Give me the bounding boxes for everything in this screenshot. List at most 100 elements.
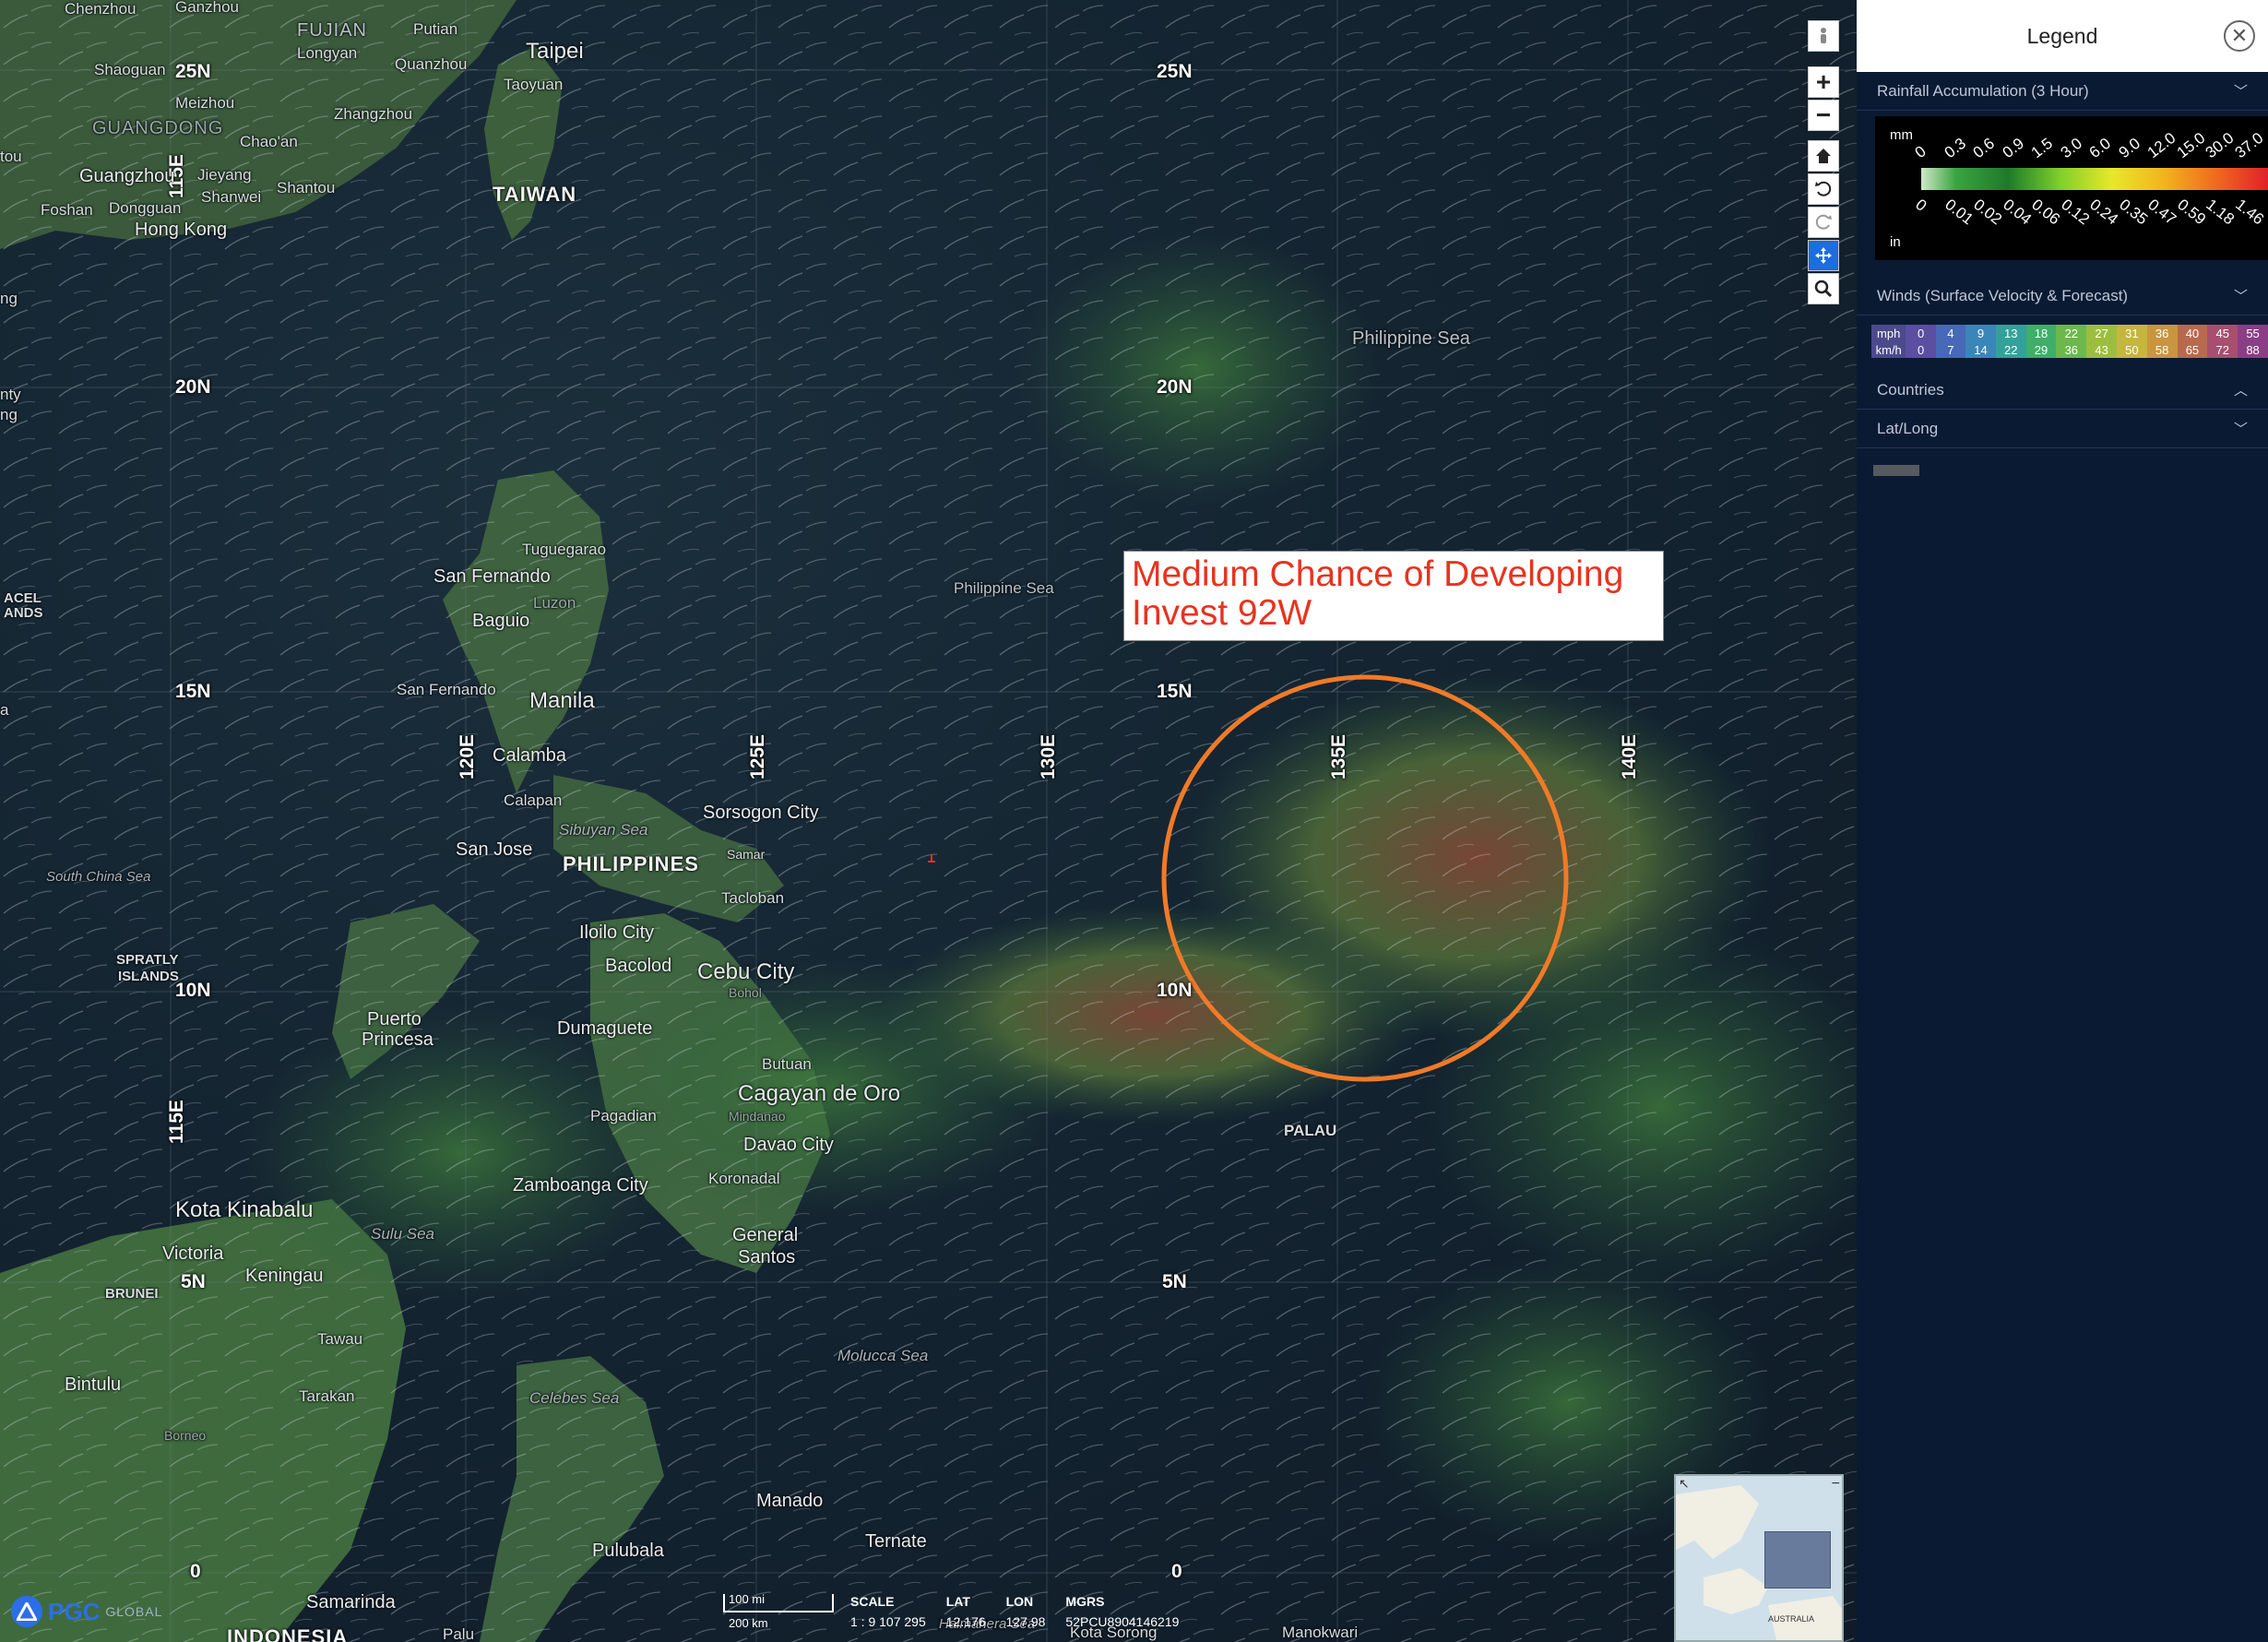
place-label: ng	[0, 406, 18, 423]
wind-unit-mph: mph	[1871, 325, 1906, 341]
place-label: Manado	[756, 1491, 824, 1511]
section-label: Rainfall Accumulation (3 Hour)	[1877, 81, 2089, 100]
rotate-left-button[interactable]	[1808, 173, 1839, 205]
place-label: Bintulu	[65, 1374, 122, 1395]
lat-label-25n-left: 25N	[175, 61, 211, 82]
lon-label-115e-bottom: 115E	[166, 1100, 187, 1144]
zoom-box-button[interactable]	[1808, 273, 1839, 304]
place-label: South China Sea	[46, 869, 151, 885]
chevron-down-icon: ﹀	[2233, 422, 2248, 437]
wind-mph-cell: 55	[2238, 325, 2268, 341]
app-root: 25N 20N 15N 10N 5N 0 25N 20N 15N 10N 5N …	[0, 0, 2268, 1642]
place-label: tou	[0, 148, 22, 165]
lat-label-15n-right: 15N	[1157, 681, 1193, 702]
rainfall-colorbar: mm in 0 0.3 0.6 0.9 1.5 3.0 6.0 9.0 12.0 15.0 30.0…	[1875, 116, 2268, 260]
wind-mph-cell: 9	[1965, 325, 1996, 341]
overview-expand-icon[interactable]: ↖	[1679, 1476, 1690, 1492]
place-label: Cebu City	[697, 959, 795, 984]
rain-tick-in: 0.01	[1941, 196, 1977, 229]
annotation-line1: Medium Chance of Developing	[1132, 554, 1624, 594]
wind-mph-cell: 45	[2207, 325, 2238, 341]
lon-label-125e: 125E	[747, 733, 768, 779]
minus-icon: −	[1815, 101, 1832, 129]
lat-label-25n-right: 25N	[1157, 61, 1193, 82]
legend-section-countries[interactable]: Countries ︿	[1857, 371, 2268, 410]
rain-tick-in: 0.04	[1999, 196, 2035, 229]
place-label: General	[732, 1225, 799, 1245]
place-label: Kota Kinabalu	[175, 1197, 314, 1222]
plus-icon: +	[1815, 67, 1832, 96]
readout-header: LON	[1005, 1594, 1034, 1609]
annotation-line2: Invest 92W	[1132, 593, 1312, 633]
scale-km: 200 km	[729, 1616, 768, 1630]
place-label: PALAU	[1284, 1122, 1337, 1139]
logo-text: PGC	[48, 1597, 101, 1625]
overview-label: AUSTRALIA	[1768, 1614, 1815, 1624]
legend-section-rainfall[interactable]: Rainfall Accumulation (3 Hour) ﹀	[1857, 72, 2268, 111]
place-label: ISLANDS	[118, 969, 179, 984]
wind-kmh-cell: 29	[2025, 341, 2057, 358]
overview-extent[interactable]	[1764, 1531, 1831, 1588]
legend-section-latlong[interactable]: Lat/Long ﹀	[1857, 410, 2268, 448]
place-label: Luzon	[533, 594, 576, 612]
home-icon	[1816, 149, 1831, 163]
zoom-out-button[interactable]: −	[1808, 100, 1839, 131]
map-base-layer	[0, 0, 1857, 1642]
wind-unit-kmh: km/h	[1871, 341, 1906, 358]
rain-tick-mm: 0.3	[1941, 134, 1969, 162]
place-label: Mindanao	[729, 1109, 786, 1124]
rain-tick-in: 0.24	[2086, 196, 2122, 229]
wind-mph-cell: 31	[2116, 325, 2147, 341]
rain-tick-mm: 12.0	[2143, 128, 2179, 162]
place-label: PHILIPPINES	[563, 852, 699, 875]
lat-label-20n-right: 20N	[1157, 376, 1193, 398]
wind-kmh-cell: 43	[2086, 341, 2117, 358]
street-view-button[interactable]	[1808, 20, 1839, 52]
home-button[interactable]	[1808, 140, 1839, 172]
legend-title: Legend	[2026, 23, 2098, 48]
place-label: Quanzhou	[395, 55, 468, 73]
place-label: ANDS	[4, 605, 43, 621]
place-label: Guangzhou	[79, 166, 175, 186]
rain-tick-in: 0.59	[2173, 196, 2209, 229]
rain-tick-mm: 1.5	[2027, 134, 2057, 162]
readout-header: SCALE	[850, 1594, 895, 1609]
pan-button[interactable]	[1808, 240, 1839, 271]
place-label: Keningau	[245, 1266, 324, 1286]
wind-mph-cell: 0	[1906, 325, 1936, 341]
place-label: Zhangzhou	[334, 105, 413, 123]
overview-collapse-button[interactable]: −	[1832, 1476, 1840, 1493]
zoom-in-button[interactable]: +	[1808, 66, 1839, 98]
wind-kmh-cell: 58	[2146, 341, 2178, 358]
place-label: Ganzhou	[175, 0, 239, 16]
wind-mph-cell: 22	[2056, 325, 2087, 341]
wind-kmh-cell: 7	[1935, 341, 1966, 358]
legend-section-winds[interactable]: Winds (Surface Velocity & Forecast) ﹀	[1857, 277, 2268, 315]
readout-scale: 1 : 9 107 295	[850, 1614, 926, 1629]
wind-kmh-cell: 50	[2116, 341, 2147, 358]
lat-label-0-left: 0	[190, 1561, 201, 1582]
rain-tick-in: 0.35	[2115, 196, 2151, 229]
map-canvas[interactable]: 25N 20N 15N 10N 5N 0 25N 20N 15N 10N 5N …	[0, 0, 1857, 1642]
rain-tick-mm: 9.0	[2115, 134, 2143, 162]
lat-label-20n-left: 20N	[175, 376, 211, 398]
place-label: Philippine Sea	[954, 579, 1054, 597]
rotate-right-button[interactable]	[1808, 207, 1839, 238]
legend-header: Legend ✕	[1857, 0, 2268, 72]
legend-close-button[interactable]: ✕	[2224, 20, 2255, 52]
rain-tick-mm: 0.9	[1999, 134, 2027, 162]
place-label: nty	[0, 386, 21, 403]
place-label: Jieyang	[197, 166, 252, 184]
place-label: Dongguan	[109, 199, 182, 217]
place-label: Sulu Sea	[371, 1225, 434, 1243]
overview-map[interactable]: ↖ − AUSTRALIA	[1674, 1474, 1844, 1642]
lon-label-135e: 135E	[1328, 733, 1349, 779]
place-label: Longyan	[297, 44, 358, 62]
place-label: Putian	[413, 20, 458, 38]
readout-lat: 12.176	[945, 1614, 986, 1629]
coordinate-readout: SCALE 1 : 9 107 295 LAT 12.176 LON 127.98 M…	[850, 1594, 1179, 1629]
rain-unit-in: in	[1890, 234, 1901, 250]
logo: PGC GLOBAL	[11, 1596, 162, 1627]
lon-label-130e: 130E	[1038, 733, 1059, 779]
wind-mph-cell: 4	[1935, 325, 1966, 341]
